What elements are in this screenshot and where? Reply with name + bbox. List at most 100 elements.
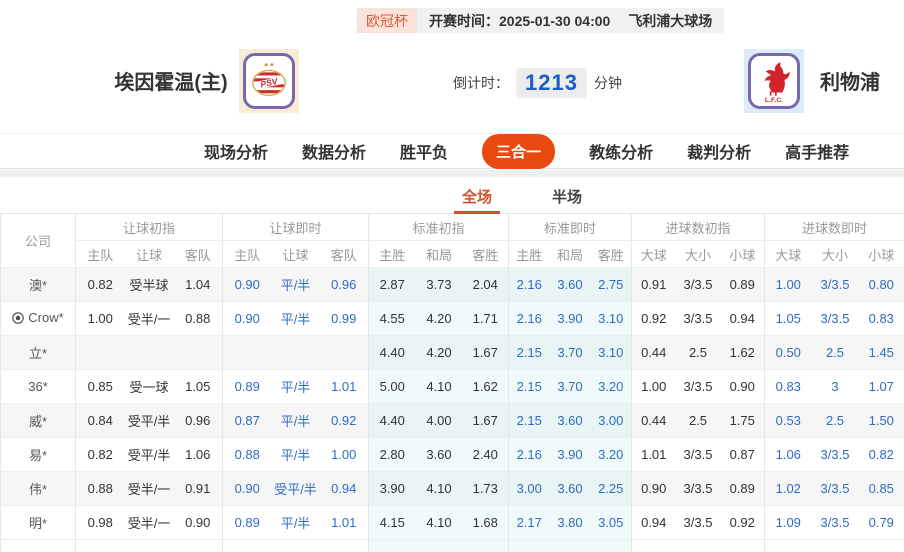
odds-cell: 0.80 bbox=[858, 267, 904, 302]
odds-cell: 0.89 bbox=[222, 369, 272, 404]
odds-cell: 3.80 bbox=[549, 505, 591, 540]
odds-cell: 3.20 bbox=[590, 369, 632, 404]
nav-tab[interactable]: 高手推荐 bbox=[785, 139, 849, 163]
subcol: 让球 bbox=[271, 240, 320, 268]
subcol: 大球 bbox=[764, 240, 812, 268]
odds-cell: 2.5 bbox=[675, 335, 721, 370]
partial-next-row bbox=[0, 539, 904, 552]
odds-cell: 0.87 bbox=[222, 403, 272, 438]
company-name: 澳* bbox=[28, 278, 48, 293]
odds-cell: 1.01 bbox=[319, 369, 369, 404]
period-subtab[interactable]: 半场 bbox=[544, 185, 590, 211]
odds-row[interactable]: 易* 0.82 受平/半 1.06 0.88 平/半 1.00 2.80 3.6… bbox=[0, 437, 904, 472]
odds-table: 公司 让球初指 让球即时 标准初指 标准即时 进球数初指 进球数即时 主队 让球… bbox=[0, 213, 904, 552]
odds-cell: 1.75 bbox=[720, 403, 765, 438]
odds-cell: 0.91 bbox=[173, 471, 223, 506]
odds-cell: 2.25 bbox=[590, 471, 632, 506]
odds-cell: 1.01 bbox=[631, 437, 676, 472]
subcol: 让球 bbox=[124, 240, 174, 268]
company-cell: 易* bbox=[0, 437, 76, 472]
odds-cell: 受平/半 bbox=[271, 471, 320, 506]
subcol: 大球 bbox=[631, 240, 676, 268]
nav-tab[interactable]: 胜平负 bbox=[400, 139, 448, 163]
odds-cell: 0.84 bbox=[75, 403, 125, 438]
odds-cell: 0.82 bbox=[75, 267, 125, 302]
odds-cell: 1.09 bbox=[764, 505, 812, 540]
odds-cell: 4.10 bbox=[415, 471, 463, 506]
company-cell: Crow* bbox=[0, 301, 76, 336]
odds-cell: 3/3.5 bbox=[811, 301, 859, 336]
odds-cell: 0.87 bbox=[720, 437, 765, 472]
venue-name: 飞利浦大球场 bbox=[628, 12, 713, 29]
odds-cell bbox=[173, 335, 223, 370]
odds-cell: 平/半 bbox=[271, 403, 320, 438]
nav-tab[interactable]: 现场分析 bbox=[204, 139, 268, 163]
odds-cell: 0.90 bbox=[173, 505, 223, 540]
nav-tab[interactable]: 教练分析 bbox=[589, 139, 653, 163]
odds-cell: 0.90 bbox=[222, 471, 272, 506]
psv-crest-icon: PSV bbox=[243, 53, 295, 109]
company-name: 伟* bbox=[28, 482, 48, 497]
subcol: 主队 bbox=[75, 240, 125, 268]
odds-cell: 1.05 bbox=[764, 301, 812, 336]
odds-cell: 3.60 bbox=[549, 403, 591, 438]
odds-cell: 3/3.5 bbox=[675, 505, 721, 540]
odds-cell: 平/半 bbox=[271, 301, 320, 336]
col-company: 公司 bbox=[0, 213, 76, 268]
odds-cell: 平/半 bbox=[271, 505, 320, 540]
company-cell: 立* bbox=[0, 335, 76, 370]
odds-cell: 平/半 bbox=[271, 267, 320, 302]
odds-row[interactable]: 明* 0.98 受半/一 0.90 0.89 平/半 1.01 4.15 4.1… bbox=[0, 505, 904, 540]
odds-row[interactable]: 立* 4.40 4.20 1.67 2.15 3.70 3.10 0.44 2.… bbox=[0, 335, 904, 370]
odds-cell: 2.40 bbox=[462, 437, 509, 472]
odds-cell: 平/半 bbox=[271, 437, 320, 472]
odds-cell: 4.10 bbox=[415, 505, 463, 540]
odds-cell: 0.94 bbox=[720, 301, 765, 336]
odds-cell: 3.60 bbox=[549, 471, 591, 506]
odds-cell: 2.16 bbox=[508, 301, 550, 336]
nav-tab[interactable]: 数据分析 bbox=[302, 139, 366, 163]
odds-cell: 0.99 bbox=[319, 301, 369, 336]
odds-cell: 1.71 bbox=[462, 301, 509, 336]
liverpool-crest-icon: L.F.C. bbox=[748, 53, 800, 109]
period-subtab[interactable]: 全场 bbox=[453, 185, 500, 214]
odds-cell: 0.83 bbox=[858, 301, 904, 336]
nav-tab[interactable]: 三合一 bbox=[482, 133, 556, 169]
odds-row[interactable]: Crow* 1.00 受半/一 0.88 0.90 平/半 0.99 4.55 … bbox=[0, 301, 904, 336]
odds-cell: 0.88 bbox=[222, 437, 272, 472]
odds-cell: 0.79 bbox=[858, 505, 904, 540]
nav-tab[interactable]: 裁判分析 bbox=[687, 139, 751, 163]
odds-cell: 0.92 bbox=[319, 403, 369, 438]
period-subtabs: 全场 半场 bbox=[70, 177, 904, 214]
odds-cell: 1.45 bbox=[858, 335, 904, 370]
company-name: 威* bbox=[28, 414, 48, 429]
odds-row[interactable]: 澳* 0.82 受半球 1.04 0.90 平/半 0.96 2.87 3.73… bbox=[0, 267, 904, 302]
odds-cell: 3.10 bbox=[590, 301, 632, 336]
odds-panel: 全场 半场 公司 让球初指 让球即时 标准初指 标准即时 进球数初指 进球数即时… bbox=[0, 177, 904, 552]
group-goals-initial: 进球数初指 bbox=[630, 213, 765, 241]
home-team-name: 埃因霍温(主) bbox=[114, 72, 228, 94]
odds-cell: 0.44 bbox=[631, 403, 676, 438]
odds-cell: 受一球 bbox=[124, 369, 174, 404]
odds-cell: 1.05 bbox=[173, 369, 223, 404]
company-name: 立* bbox=[28, 346, 48, 361]
odds-row[interactable]: 威* 0.84 受平/半 0.96 0.87 平/半 0.92 4.40 4.0… bbox=[0, 403, 904, 438]
odds-row[interactable]: 36* 0.85 受一球 1.05 0.89 平/半 1.01 5.00 4.1… bbox=[0, 369, 904, 404]
odds-cell: 3.10 bbox=[590, 335, 632, 370]
odds-row[interactable]: 伟* 0.88 受半/一 0.91 0.90 受平/半 0.94 3.90 4.… bbox=[0, 471, 904, 506]
section-divider bbox=[0, 170, 904, 177]
odds-cell: 2.5 bbox=[811, 403, 859, 438]
company-name: 36* bbox=[28, 379, 48, 394]
odds-cell: 0.94 bbox=[631, 505, 676, 540]
odds-cell: 1.00 bbox=[75, 301, 125, 336]
odds-cell: 4.40 bbox=[368, 335, 416, 370]
countdown-value: 1213 bbox=[516, 68, 587, 98]
odds-cell: 4.40 bbox=[368, 403, 416, 438]
odds-cell: 0.85 bbox=[858, 471, 904, 506]
odds-cell: 1.62 bbox=[720, 335, 765, 370]
odds-cell: 0.88 bbox=[75, 471, 125, 506]
odds-cell: 0.53 bbox=[764, 403, 812, 438]
match-odds-page: 欧冠杯 开赛时间：2025-01-30 04:00 飞利浦大球场 埃因霍温(主)… bbox=[0, 0, 904, 552]
odds-cell: 0.83 bbox=[764, 369, 812, 404]
odds-cell: 3.05 bbox=[590, 505, 632, 540]
